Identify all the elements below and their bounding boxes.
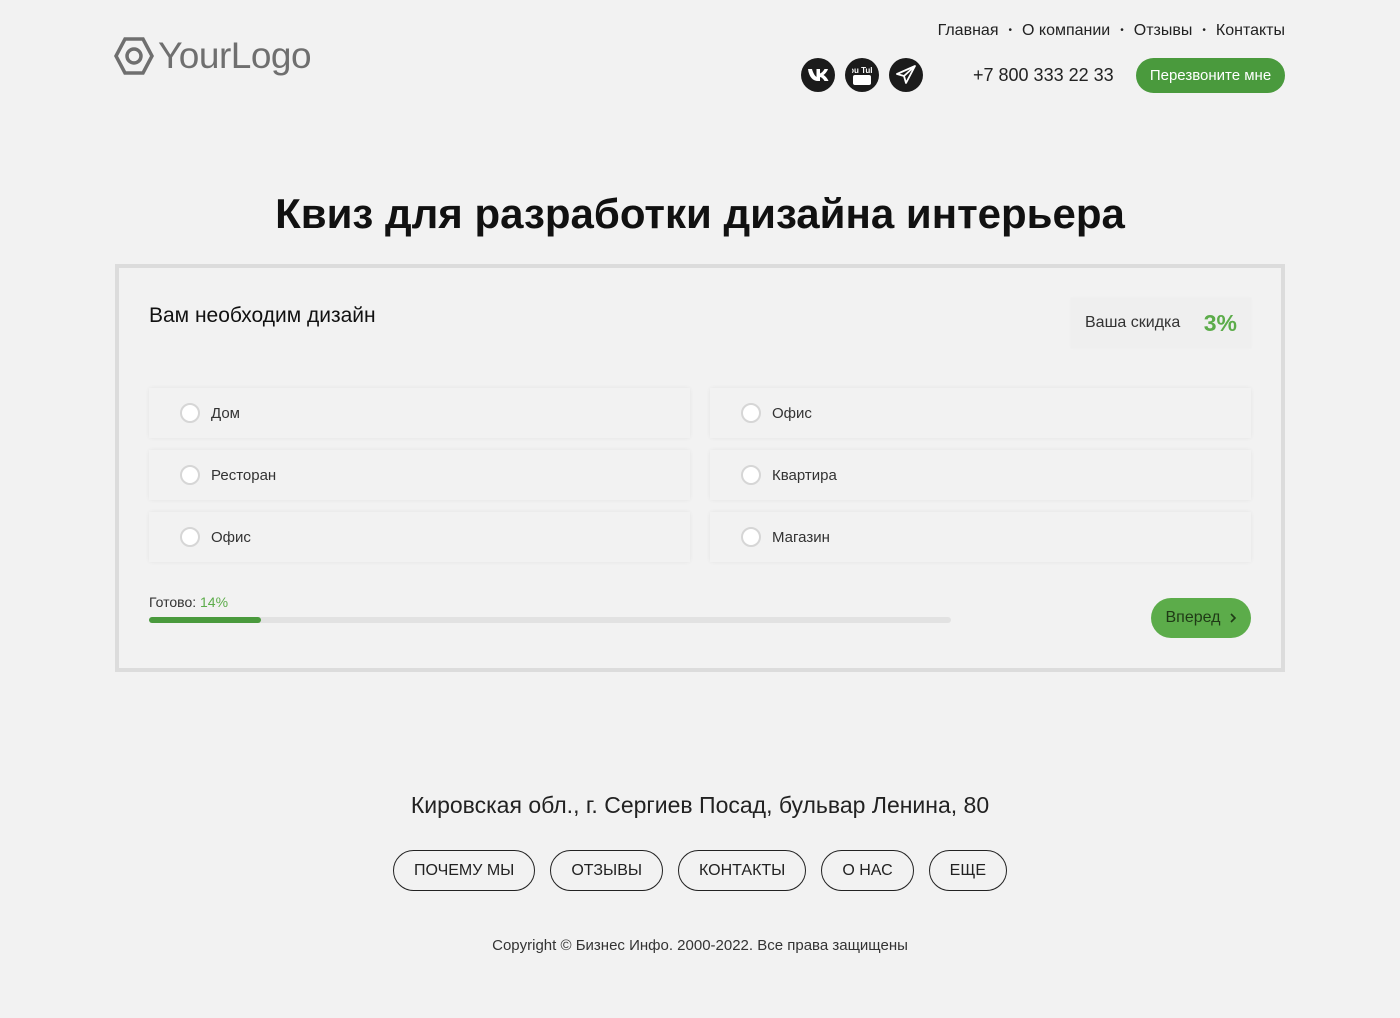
youtube-link[interactable]: You Tube xyxy=(845,58,879,92)
next-button-label: Вперед xyxy=(1165,609,1221,626)
radio-button[interactable] xyxy=(180,527,200,547)
progress-bar xyxy=(149,617,951,623)
quiz-option[interactable]: Офис xyxy=(710,388,1251,438)
option-label: Ресторан xyxy=(211,466,277,484)
next-button[interactable]: Вперед xyxy=(1151,598,1251,638)
quiz-option[interactable]: Ресторан xyxy=(149,450,690,500)
footer-link-contacts[interactable]: КОНТАКТЫ xyxy=(678,850,807,891)
quiz-question: Вам необходим дизайн xyxy=(149,304,376,327)
radio-button[interactable] xyxy=(741,465,761,485)
svg-text:You Tube: You Tube xyxy=(852,66,872,75)
youtube-icon: You Tube xyxy=(852,66,872,85)
radio-button[interactable] xyxy=(180,403,200,423)
footer-link-about[interactable]: О НАС xyxy=(821,850,914,891)
radio-button[interactable] xyxy=(180,465,200,485)
footer-link-more[interactable]: ЕЩЕ xyxy=(928,850,1008,891)
copyright: Copyright © Бизнес Инфо. 2000-2022. Все … xyxy=(492,937,908,954)
footer-nav: ПОЧЕМУ МЫ ОТЗЫВЫ КОНТАКТЫ О НАС ЕЩЕ xyxy=(0,850,1400,891)
option-label: Дом xyxy=(211,404,240,422)
nav-separator: • xyxy=(1008,25,1012,36)
vk-link[interactable] xyxy=(801,58,835,92)
quiz-card: Вам необходим дизайн Ваша скидка 3% Дом … xyxy=(115,264,1285,672)
quiz-options: Дом Офис Ресторан Квартира Офис Магазин xyxy=(149,388,1251,562)
phone-number[interactable]: +7 800 333 22 33 xyxy=(973,65,1114,86)
discount-badge: Ваша скидка 3% xyxy=(1071,298,1251,348)
top-nav: Главная • О компании • Отзывы • Контакты xyxy=(938,21,1285,41)
discount-label: Ваша скидка xyxy=(1085,314,1181,331)
logo-text: YourLogo xyxy=(158,35,312,76)
discount-value: 3% xyxy=(1203,309,1237,336)
option-label: Офис xyxy=(211,528,251,546)
nav-item-about[interactable]: О компании xyxy=(1022,22,1110,40)
progress-label: Готово: 14% xyxy=(149,594,228,610)
option-label: Магазин xyxy=(772,528,830,546)
progress-fill xyxy=(149,617,262,623)
nav-item-contacts[interactable]: Контакты xyxy=(1216,22,1285,40)
logo[interactable]: YourLogo xyxy=(114,35,312,76)
vk-icon xyxy=(808,69,829,81)
footer-link-why-us[interactable]: ПОЧЕМУ МЫ xyxy=(392,850,536,891)
quiz-option[interactable]: Дом xyxy=(149,388,690,438)
logo-icon xyxy=(114,37,154,75)
radio-button[interactable] xyxy=(741,403,761,423)
progress-text: Готово: xyxy=(149,594,197,610)
social-links: You Tube xyxy=(801,58,923,92)
option-label: Квартира xyxy=(772,466,837,484)
chevron-right-icon xyxy=(1229,613,1236,623)
nav-separator: • xyxy=(1202,25,1206,36)
telegram-icon xyxy=(896,65,916,84)
nav-item-reviews[interactable]: Отзывы xyxy=(1134,22,1193,40)
footer-link-reviews[interactable]: ОТЗЫВЫ xyxy=(550,850,664,891)
page-title: Квиз для разработки дизайна интерьера xyxy=(275,190,1125,237)
footer-address: Кировская обл., г. Сергиев Посад, бульва… xyxy=(410,792,990,818)
callback-button[interactable]: Перезвоните мне xyxy=(1136,58,1285,93)
progress-percent: 14% xyxy=(200,594,229,610)
quiz-option[interactable]: Квартира xyxy=(710,450,1251,500)
quiz-option[interactable]: Офис xyxy=(149,512,690,562)
nav-item-home[interactable]: Главная xyxy=(938,22,999,40)
radio-button[interactable] xyxy=(741,527,761,547)
nav-separator: • xyxy=(1120,25,1124,36)
telegram-link[interactable] xyxy=(889,58,923,92)
option-label: Офис xyxy=(772,404,812,422)
quiz-option[interactable]: Магазин xyxy=(710,512,1251,562)
